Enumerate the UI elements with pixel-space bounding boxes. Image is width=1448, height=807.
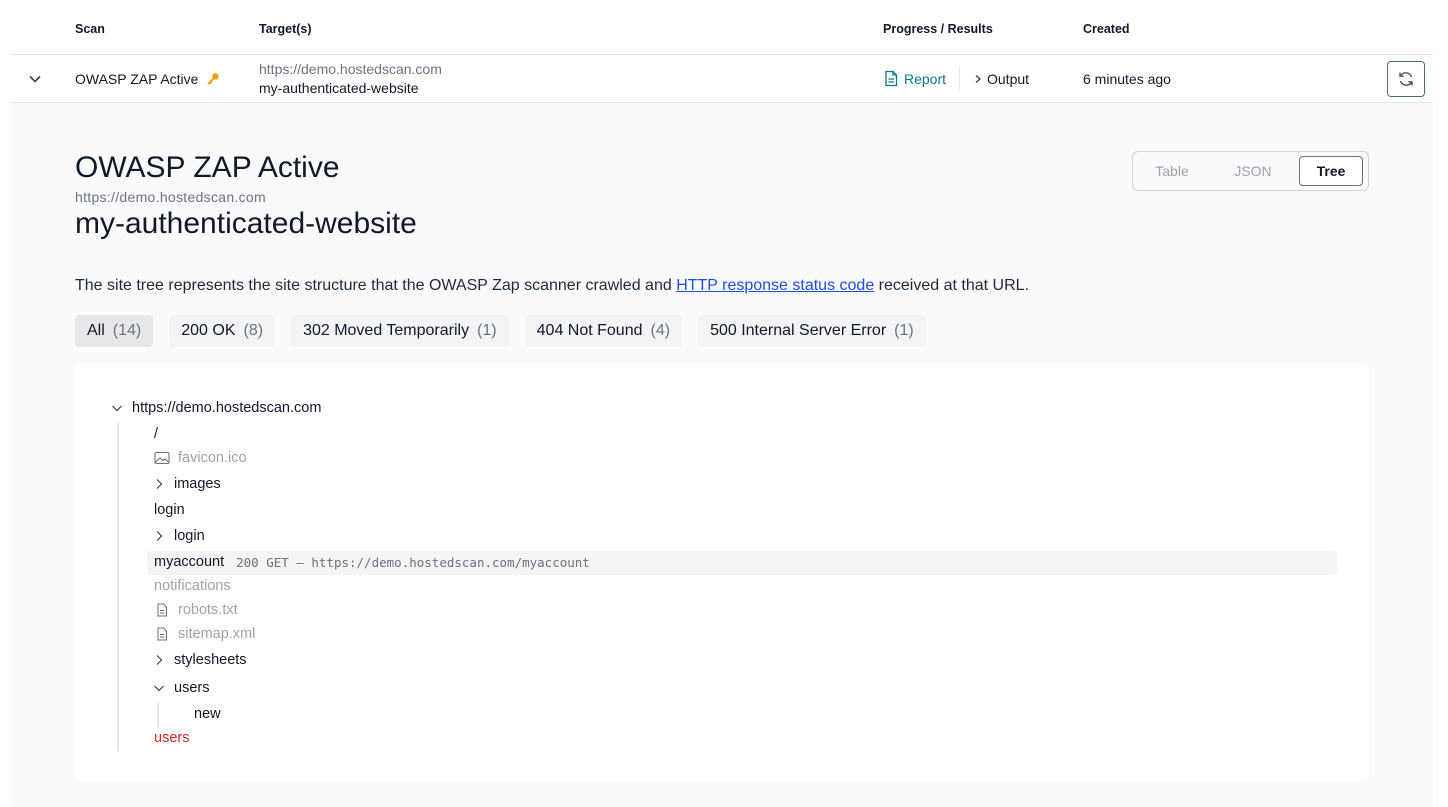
- filter-label: 200 OK: [181, 322, 236, 339]
- filter-label: 404 Not Found: [536, 322, 643, 339]
- image-file-icon: [154, 451, 170, 465]
- tree-node-label: login: [154, 502, 185, 518]
- tree-guide-line: [157, 703, 159, 727]
- filter-label: 302 Moved Temporarily: [303, 322, 470, 339]
- created-time: 6 minutes ago: [1083, 71, 1171, 87]
- tree-root-label: https://demo.hostedscan.com: [132, 400, 322, 416]
- tree-node-login[interactable]: login: [154, 502, 185, 518]
- report-label: Report: [904, 70, 947, 87]
- filter-label: 500 Internal Server Error: [710, 322, 887, 339]
- detail-host: https://demo.hostedscan.com: [75, 189, 266, 205]
- header-targets: Target(s): [259, 22, 312, 36]
- filter-label: All: [87, 322, 105, 339]
- site-tree: https://demo.hostedscan.com / favicon.ic…: [74, 363, 1369, 782]
- tab-tree[interactable]: Tree: [1299, 156, 1363, 186]
- filter-200[interactable]: 200 OK (8): [169, 315, 276, 347]
- tree-node-images[interactable]: images: [152, 476, 221, 492]
- refresh-button[interactable]: [1387, 61, 1425, 97]
- chevron-right-icon[interactable]: [152, 529, 166, 543]
- status-filters: All (14) 200 OK (8) 302 Moved Temporarily (…: [75, 315, 926, 347]
- output-label: Output: [987, 71, 1030, 87]
- tree-node-label: users: [154, 730, 190, 746]
- view-switcher: Table JSON Tree: [1132, 151, 1369, 191]
- chevron-down-icon: [29, 75, 41, 83]
- tree-node-users-new[interactable]: new: [194, 706, 221, 722]
- scan-name: OWASP ZAP Active: [75, 71, 220, 87]
- header-created: Created: [1083, 22, 1130, 36]
- target-name: my-authenticated-website: [259, 80, 419, 96]
- key-icon: [207, 73, 220, 85]
- tree-node-label: /: [154, 426, 159, 442]
- filter-count: (14): [112, 322, 142, 339]
- detail-title: OWASP ZAP Active: [75, 151, 340, 184]
- tree-node-label: sitemap.xml: [178, 626, 256, 642]
- scans-table: Scan Target(s) Progress / Results Create…: [11, 0, 1433, 103]
- tree-node-meta: 200 GET — https://demo.hostedscan.com/my…: [236, 554, 590, 570]
- description-text: The site tree represents the site struct…: [75, 277, 677, 294]
- chevron-right-icon[interactable]: [152, 653, 166, 667]
- table-header: Scan Target(s) Progress / Results Create…: [11, 0, 1433, 55]
- filter-count: (8): [243, 322, 264, 339]
- tree-root[interactable]: https://demo.hostedscan.com: [110, 400, 321, 416]
- collapse-row-button[interactable]: [25, 69, 45, 89]
- target-host: https://demo.hostedscan.com: [259, 61, 442, 77]
- report-link[interactable]: Report: [883, 70, 946, 87]
- table-row: OWASP ZAP Active https://demo.hostedscan…: [11, 55, 1433, 103]
- tree-node-label: notifications: [154, 578, 231, 594]
- tree-node-robots[interactable]: robots.txt: [154, 602, 238, 618]
- filter-count: (1): [477, 322, 497, 339]
- filter-404[interactable]: 404 Not Found (4): [524, 315, 683, 347]
- tree-node-notifications[interactable]: notifications: [154, 578, 231, 594]
- chevron-down-icon[interactable]: [152, 681, 166, 695]
- tree-node-slash[interactable]: /: [154, 426, 158, 442]
- file-icon: [157, 627, 168, 641]
- filter-count: (1): [894, 322, 914, 339]
- tree-node-favicon[interactable]: favicon.ico: [154, 450, 247, 466]
- description-text-end: received at that URL.: [874, 277, 1029, 294]
- scan-detail-panel: OWASP ZAP Active https://demo.hostedscan…: [11, 103, 1433, 807]
- tree-node-label: images: [174, 476, 221, 492]
- filter-302[interactable]: 302 Moved Temporarily (1): [291, 315, 509, 347]
- tree-node-login-folder[interactable]: login: [152, 528, 205, 544]
- chevron-right-icon: [975, 75, 981, 83]
- tree-node-sitemap[interactable]: sitemap.xml: [154, 626, 255, 642]
- tree-node-label: stylesheets: [174, 652, 247, 668]
- tree-node-label: new: [194, 706, 221, 722]
- filter-count: (4): [650, 322, 671, 339]
- tree-node-users-folder[interactable]: users: [152, 680, 209, 696]
- document-icon: [885, 70, 898, 87]
- tree-node-label: favicon.ico: [178, 450, 247, 466]
- detail-target-name: my-authenticated-website: [75, 207, 417, 240]
- tree-node-label: robots.txt: [178, 602, 238, 618]
- filter-500[interactable]: 500 Internal Server Error (1): [698, 315, 926, 347]
- filter-all[interactable]: All (14): [75, 315, 154, 347]
- tree-node-label: login: [174, 528, 205, 544]
- refresh-icon: [1399, 72, 1413, 86]
- tree-guide-line: [117, 423, 119, 751]
- tree-node-label: myaccount: [154, 554, 225, 570]
- tree-node-stylesheets[interactable]: stylesheets: [152, 652, 247, 668]
- tree-description: The site tree represents the site struct…: [75, 277, 1029, 295]
- scan-name-label: OWASP ZAP Active: [75, 71, 199, 87]
- file-icon: [157, 603, 168, 617]
- http-status-link[interactable]: HTTP response status code: [676, 277, 874, 294]
- tree-node-label: users: [174, 680, 210, 696]
- chevron-right-icon[interactable]: [152, 477, 166, 491]
- divider: [959, 67, 960, 91]
- tab-table[interactable]: Table: [1141, 156, 1203, 186]
- header-progress: Progress / Results: [883, 22, 993, 36]
- tab-json[interactable]: JSON: [1217, 156, 1289, 186]
- output-toggle[interactable]: Output: [973, 71, 1029, 87]
- tree-node-users-error[interactable]: users: [154, 730, 189, 746]
- chevron-down-icon[interactable]: [110, 401, 124, 415]
- tree-node-myaccount[interactable]: myaccount 200 GET — https://demo.hosteds…: [154, 554, 590, 570]
- header-scan: Scan: [75, 22, 105, 36]
